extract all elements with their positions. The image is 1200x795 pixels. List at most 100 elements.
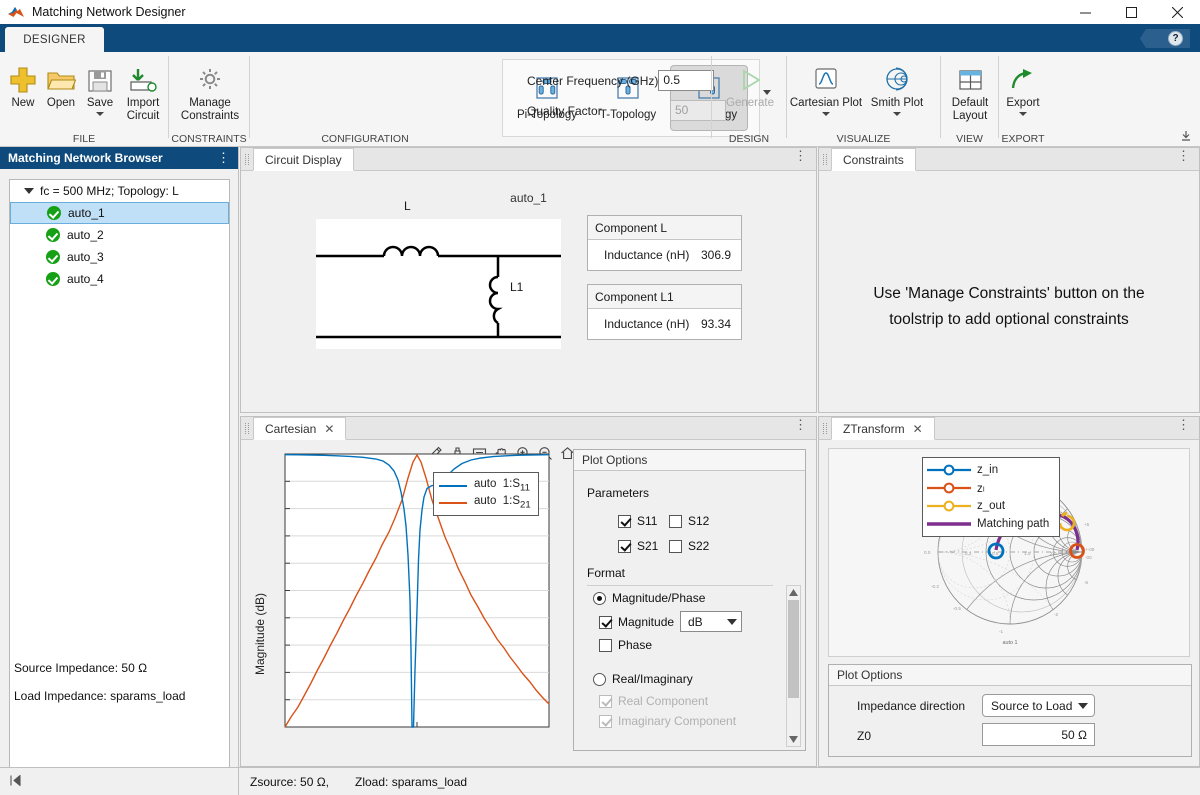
circuit-name-label: auto_1 xyxy=(241,191,816,205)
radio-magnitude-phase[interactable]: Magnitude/Phase xyxy=(593,591,705,605)
constraints-message-line1: Use 'Manage Constraints' button on the xyxy=(833,281,1185,307)
default-layout-label-line2: Layout xyxy=(953,110,988,123)
legend-entry-z-l: zₗ xyxy=(927,479,1049,497)
expand-triangle-icon[interactable] xyxy=(24,188,34,194)
close-icon[interactable]: ✕ xyxy=(913,422,923,436)
tree-item-auto-4[interactable]: auto_4 xyxy=(10,268,229,290)
radio-real-imaginary[interactable]: Real/Imaginary xyxy=(593,672,693,686)
smith-plot-button[interactable]: Smith Plot xyxy=(864,60,930,116)
save-chevron-down-icon[interactable] xyxy=(96,112,104,116)
panel-options-icon[interactable]: ⋮ xyxy=(1177,420,1190,430)
svg-text:-1: -1 xyxy=(999,629,1004,634)
tree-item-auto-2[interactable]: auto_2 xyxy=(10,224,229,246)
export-button[interactable]: Export xyxy=(1002,60,1044,116)
collapse-sidebar-icon[interactable] xyxy=(9,774,22,790)
new-button[interactable]: New xyxy=(2,60,44,110)
checkbox-magnitude[interactable]: Magnitude xyxy=(599,615,674,629)
cartesian-chart: Magnitude (dB) xyxy=(241,440,571,768)
group-label-configuration: CONFIGURATION xyxy=(250,133,480,145)
panel-options-icon[interactable]: ⋮ xyxy=(794,420,807,430)
checkbox-label: S12 xyxy=(688,514,709,528)
checkbox-box xyxy=(599,639,612,652)
scrollbar-thumb[interactable] xyxy=(788,600,799,698)
default-layout-button[interactable]: Default Layout xyxy=(947,60,993,123)
minimize-button[interactable] xyxy=(1062,0,1108,24)
checkbox-s11[interactable]: S11 xyxy=(618,514,657,528)
svg-text:+5: +5 xyxy=(1084,522,1090,527)
open-button[interactable]: Open xyxy=(40,60,82,110)
checkbox-s22[interactable]: S22 xyxy=(669,539,709,553)
checkbox-phase[interactable]: Phase xyxy=(599,638,652,652)
status-zload: Zload: sparams_load xyxy=(355,775,467,789)
checkbox-label: Phase xyxy=(618,638,652,652)
group-label-design: DESIGN xyxy=(712,133,786,145)
generate-button[interactable]: Generate xyxy=(726,60,774,110)
checkbox-imaginary-component[interactable]: Imaginary Component xyxy=(599,714,736,728)
impedance-direction-dropdown[interactable]: Source to Load xyxy=(982,694,1095,717)
radio-label: Magnitude/Phase xyxy=(612,591,705,605)
checkbox-s12[interactable]: S12 xyxy=(669,514,709,528)
plot-options-scrollbar[interactable] xyxy=(786,585,801,747)
cartesian-plot-button[interactable]: Cartesian Plot xyxy=(789,60,863,116)
inductance-value[interactable]: 93.34 xyxy=(701,317,731,331)
circuit-display-body: auto_1 L L1 Co xyxy=(241,171,816,412)
import-circuit-button[interactable]: Import Circuit xyxy=(119,60,167,123)
browser-options-icon[interactable]: ⋮ xyxy=(217,153,230,163)
group-label-file: FILE xyxy=(0,133,168,145)
ribbon-group-file: New Open xyxy=(0,52,168,147)
svg-text:1.0: 1.0 xyxy=(1024,551,1031,556)
save-icon xyxy=(87,60,113,94)
matlab-logo-icon xyxy=(7,4,25,20)
folder-icon xyxy=(46,60,76,94)
legend-marker xyxy=(927,464,971,476)
chevron-down-icon xyxy=(1078,703,1088,709)
z0-input[interactable]: 50 Ω xyxy=(982,723,1095,746)
parameters-section-label: Parameters xyxy=(587,486,649,500)
legend-swatch xyxy=(439,502,467,504)
ribbon-group-export: Export EXPORT xyxy=(999,52,1047,147)
tree-item-auto-1[interactable]: auto_1 xyxy=(10,202,229,224)
panel-grip-icon[interactable] xyxy=(245,423,249,434)
component-table-l1: Component L1 Inductance (nH) 93.34 xyxy=(587,284,742,340)
collapse-ribbon-icon[interactable] xyxy=(1180,130,1192,142)
save-button[interactable]: Save xyxy=(79,60,121,116)
panel-grip-icon[interactable] xyxy=(823,423,827,434)
tab-circuit-display[interactable]: Circuit Display xyxy=(253,148,354,171)
maximize-button[interactable] xyxy=(1108,0,1154,24)
magnitude-unit-dropdown[interactable]: dB xyxy=(680,611,742,632)
help-button[interactable]: ? xyxy=(1140,29,1190,48)
checkbox-real-component[interactable]: Real Component xyxy=(599,694,708,708)
tab-constraints[interactable]: Constraints xyxy=(831,148,916,171)
cartesian-plot-chevron-down-icon[interactable] xyxy=(822,112,830,116)
tab-label: Circuit Display xyxy=(265,153,342,167)
tree-item-label: auto_3 xyxy=(67,250,104,264)
tab-label: ZTransform xyxy=(843,422,905,436)
tree-item-auto-3[interactable]: auto_3 xyxy=(10,246,229,268)
inductance-value[interactable]: 306.9 xyxy=(701,248,731,262)
tab-designer[interactable]: DESIGNER xyxy=(5,27,104,52)
panel-options-icon[interactable]: ⋮ xyxy=(794,151,807,161)
tab-ztransform[interactable]: ZTransform ✕ xyxy=(831,417,935,440)
scroll-down-arrow-icon[interactable] xyxy=(787,733,800,746)
scroll-up-arrow-icon[interactable] xyxy=(787,586,800,599)
panel-options-icon[interactable]: ⋮ xyxy=(1177,151,1190,161)
checkbox-box xyxy=(599,715,612,728)
center-frequency-input[interactable]: 0.5 xyxy=(658,70,714,91)
component-table-header: Component L1 xyxy=(588,285,741,309)
smith-plot-chevron-down-icon[interactable] xyxy=(893,112,901,116)
panel-grip-icon[interactable] xyxy=(823,154,827,165)
panel-grip-icon[interactable] xyxy=(245,154,249,165)
component-table-header: Component L xyxy=(588,216,741,240)
tab-label: Cartesian xyxy=(265,422,316,436)
close-icon[interactable]: ✕ xyxy=(324,422,334,436)
checkbox-s21[interactable]: S21 xyxy=(618,539,658,553)
close-button[interactable] xyxy=(1154,0,1200,24)
table-row: Inductance (nH) 306.9 xyxy=(588,240,741,270)
impedance-direction-label: Impedance direction xyxy=(857,699,965,713)
tab-cartesian[interactable]: Cartesian ✕ xyxy=(253,417,346,440)
tree-root-node[interactable]: fc = 500 MHz; Topology: L xyxy=(10,180,229,202)
matching-network-designer-window: Matching Network Designer DESIGNER ? xyxy=(0,0,1200,795)
manage-constraints-button[interactable]: Manage Constraints xyxy=(187,60,233,123)
new-icon xyxy=(9,60,37,94)
export-chevron-down-icon[interactable] xyxy=(1019,112,1027,116)
